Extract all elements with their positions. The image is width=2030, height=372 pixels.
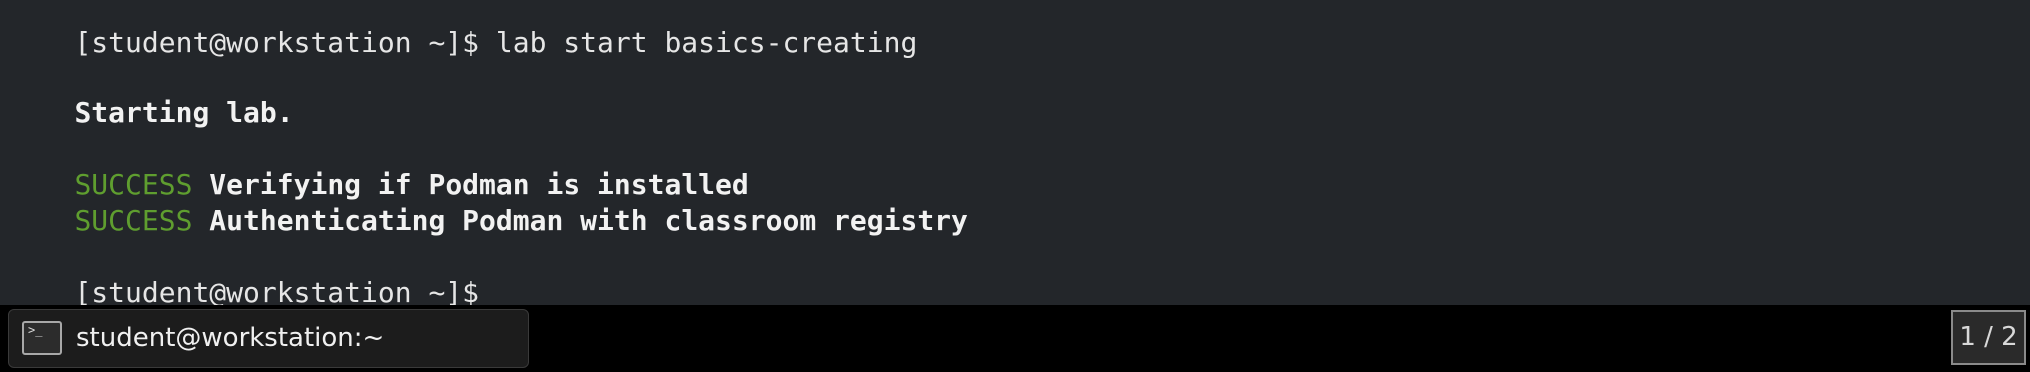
status-message: Starting lab. — [74, 96, 294, 129]
success-message: Authenticating Podman with classroom reg… — [192, 204, 968, 237]
success-label: SUCCESS — [74, 204, 193, 237]
taskbar-window-title: student@workstation:~ — [76, 323, 385, 353]
terminal-window[interactable]: [student@workstation ~]$ lab start basic… — [0, 0, 2030, 309]
workspace-switcher[interactable]: 1 / 2 — [1951, 310, 2026, 365]
taskbar: >_ student@workstation:~ 1 / 2 — [0, 305, 2030, 372]
taskbar-window-button[interactable]: >_ student@workstation:~ — [8, 309, 529, 368]
terminal-icon: >_ — [22, 321, 62, 355]
command-text: [student@workstation ~]$ lab start basic… — [74, 26, 918, 59]
